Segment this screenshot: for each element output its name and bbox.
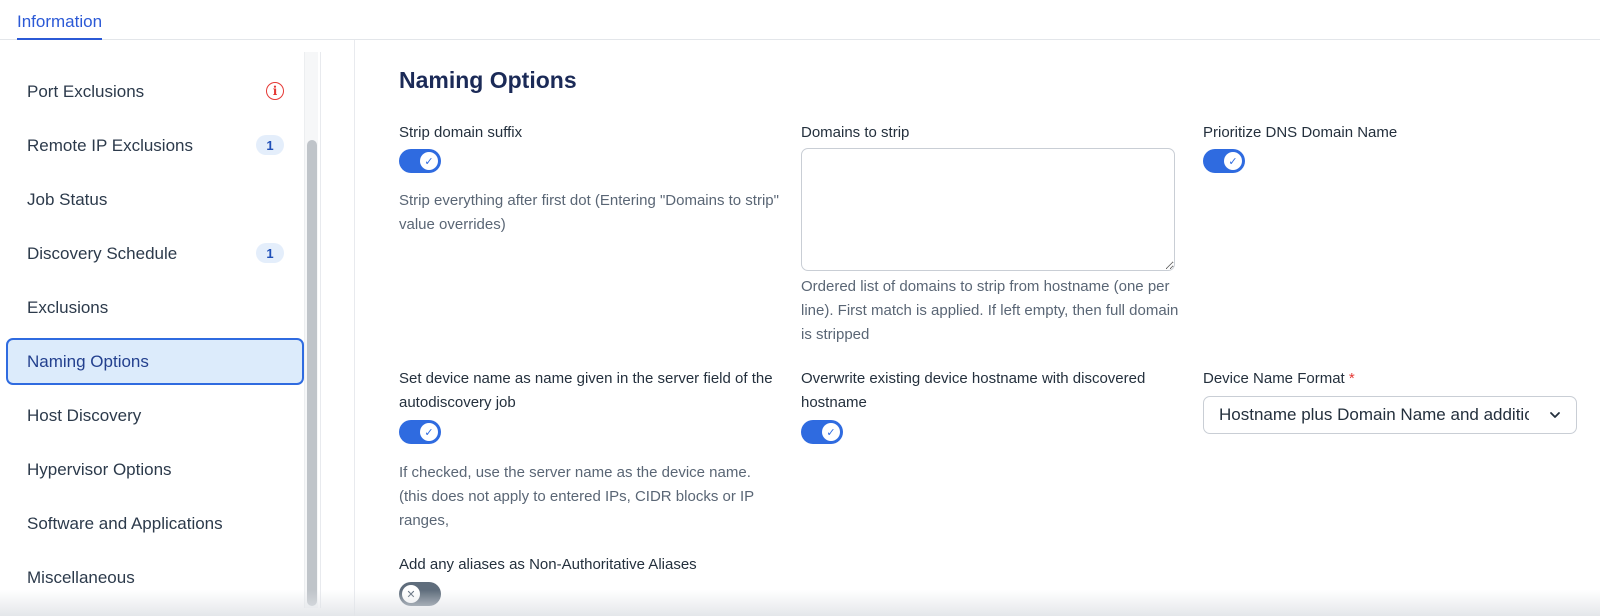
sidebar-scrollbar-thumb[interactable] [307,140,317,606]
device-name-format-select[interactable]: Hostname plus Domain Name and additional [1203,396,1577,434]
check-icon: ✓ [1224,152,1242,170]
sidebar-item-label: Software and Applications [27,513,223,533]
sidebar-divider [320,52,321,608]
check-icon: ✓ [822,423,840,441]
info-circle-icon: i [266,82,284,100]
count-badge: 1 [256,135,284,155]
sidebar-item-label: Host Discovery [27,405,142,425]
sidebar-item-label: Job Status [27,189,108,209]
domains-to-strip-label: Domains to strip [801,124,910,141]
prioritize-dns-label: Prioritize DNS Domain Name [1203,124,1398,141]
server-name-toggle[interactable]: ✓ [399,420,441,444]
sidebar-item-discovery-schedule[interactable]: Discovery Schedule 1 [6,230,304,277]
sidebar-item-label: Miscellaneous [27,567,135,587]
server-name-label: Set device name as name given in the ser… [399,370,773,411]
chevron-down-icon [1550,412,1560,418]
overwrite-hostname-label: Overwrite existing device hostname with … [801,370,1146,411]
page-title: Naming Options [399,67,577,93]
sidebar-item-label: Naming Options [27,351,149,371]
sidebar-item-software-and-applications[interactable]: Software and Applications [6,500,304,547]
server-name-help: If checked, use the server name as the d… [399,464,754,529]
required-mark: * [1348,370,1355,387]
sidebar-item-exclusions[interactable]: Exclusions [6,284,304,331]
sidebar-item-host-discovery[interactable]: Host Discovery [6,392,304,439]
sidebar-item-remote-ip-exclusions[interactable]: Remote IP Exclusions 1 [6,122,304,169]
count-badge: 1 [256,243,284,263]
check-icon: ✓ [420,152,438,170]
top-tab-bar: Information [0,0,1600,40]
x-icon: ✕ [402,585,420,603]
tab-information[interactable]: Information [17,12,103,40]
sidebar-item-label: Hypervisor Options [27,459,172,479]
domains-to-strip-help: Ordered list of domains to strip from ho… [801,278,1179,343]
check-icon: ✓ [420,423,438,441]
content-divider [354,40,355,616]
device-name-format-label-text: Device Name Format [1203,370,1345,387]
aliases-label: Add any aliases as Non-Authoritative Ali… [399,556,697,573]
sidebar-item-label: Remote IP Exclusions [27,135,193,155]
sidebar-item-naming-options[interactable]: Naming Options [6,338,304,385]
strip-domain-suffix-toggle[interactable]: ✓ [399,149,441,173]
sidebar-item-label: Discovery Schedule [27,243,178,263]
strip-domain-suffix-label: Strip domain suffix [399,124,523,141]
aliases-toggle[interactable]: ✕ [399,582,441,606]
sidebar-item-miscellaneous[interactable]: Miscellaneous [6,554,304,601]
sidebar-item-label: Port Exclusions [27,81,145,101]
sidebar-item-label: Exclusions [27,297,109,317]
sidebar-item-job-status[interactable]: Job Status [6,176,304,223]
strip-domain-suffix-help: Strip everything after first dot (Enteri… [399,192,779,233]
prioritize-dns-toggle[interactable]: ✓ [1203,149,1245,173]
overwrite-hostname-toggle[interactable]: ✓ [801,420,843,444]
device-name-format-label: Device Name Format * [1203,367,1355,391]
sidebar-item-hypervisor-options[interactable]: Hypervisor Options [6,446,304,493]
sidebar-item-port-exclusions[interactable]: Port Exclusions i [6,68,304,115]
device-name-format-value: Hostname plus Domain Name and additional [1219,405,1529,424]
domains-to-strip-textarea[interactable] [801,148,1175,271]
